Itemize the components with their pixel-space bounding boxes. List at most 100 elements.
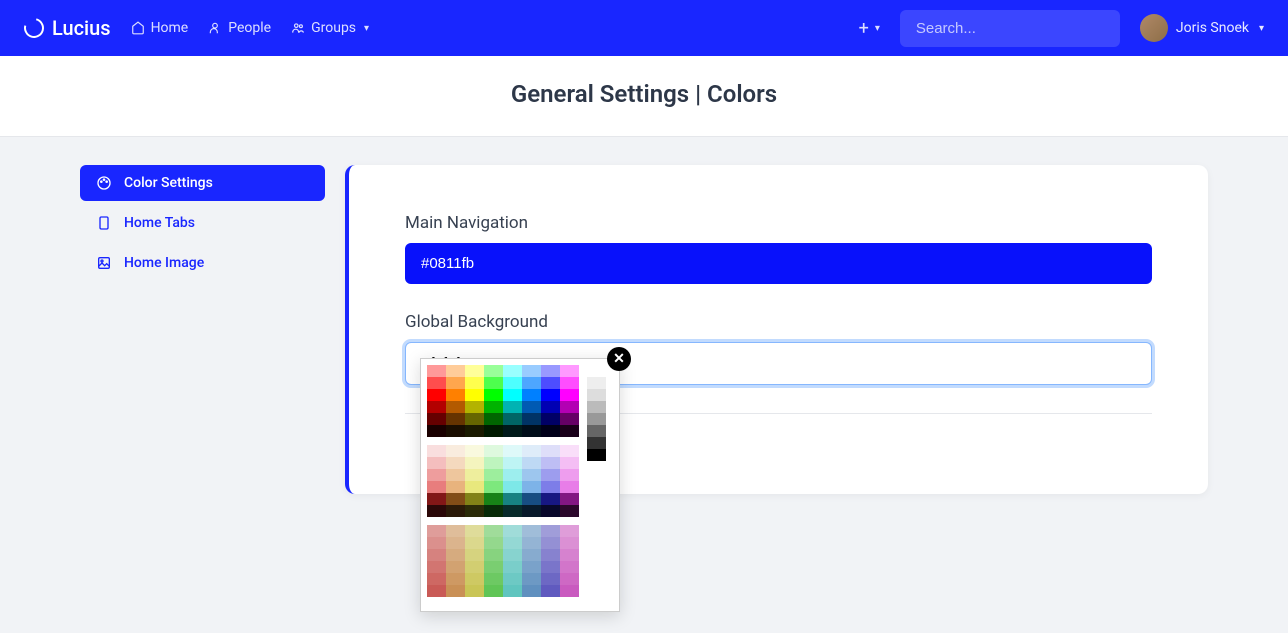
color-swatch[interactable] [522,413,541,425]
color-swatch[interactable] [503,457,522,469]
color-swatch[interactable] [503,549,522,561]
color-swatch[interactable] [446,481,465,493]
color-swatch[interactable] [427,537,446,549]
color-swatch[interactable] [446,561,465,573]
color-swatch[interactable] [427,413,446,425]
color-swatch[interactable] [446,537,465,549]
color-swatch[interactable] [541,493,560,505]
color-swatch[interactable] [560,525,579,537]
color-swatch[interactable] [465,585,484,597]
color-swatch[interactable] [522,365,541,377]
color-swatch[interactable] [446,445,465,457]
sidebar-item-color-settings[interactable]: Color Settings [80,165,325,201]
color-swatch[interactable] [560,445,579,457]
color-swatch[interactable] [484,561,503,573]
color-swatch[interactable] [541,469,560,481]
color-swatch[interactable] [541,365,560,377]
sidebar-item-home-image[interactable]: Home Image [80,245,325,281]
color-swatch[interactable] [465,365,484,377]
color-swatch[interactable] [427,549,446,561]
nav-groups[interactable]: Groups ▾ [291,20,369,36]
color-swatch[interactable] [503,389,522,401]
color-swatch[interactable] [522,457,541,469]
color-swatch[interactable] [560,457,579,469]
color-swatch[interactable] [560,413,579,425]
color-swatch[interactable] [484,401,503,413]
color-swatch[interactable] [484,585,503,597]
color-swatch[interactable] [427,525,446,537]
brand[interactable]: Lucius [24,16,111,40]
color-swatch[interactable] [541,537,560,549]
close-icon[interactable]: ✕ [607,347,631,371]
color-swatch[interactable] [541,481,560,493]
color-swatch[interactable] [427,469,446,481]
nav-people[interactable]: People [208,20,271,36]
color-swatch[interactable] [522,401,541,413]
color-swatch[interactable] [503,573,522,585]
color-swatch[interactable] [465,505,484,517]
color-swatch[interactable] [465,481,484,493]
color-swatch[interactable] [446,549,465,561]
color-swatch[interactable] [560,389,579,401]
color-swatch[interactable] [503,525,522,537]
color-swatch[interactable] [541,389,560,401]
color-swatch[interactable] [560,561,579,573]
color-swatch[interactable] [541,525,560,537]
color-swatch[interactable] [484,365,503,377]
color-swatch[interactable] [446,413,465,425]
gray-swatch[interactable] [587,377,606,389]
color-swatch[interactable] [522,561,541,573]
color-swatch[interactable] [503,377,522,389]
color-swatch[interactable] [446,573,465,585]
color-swatch[interactable] [446,505,465,517]
color-swatch[interactable] [484,537,503,549]
color-swatch[interactable] [522,505,541,517]
color-swatch[interactable] [541,585,560,597]
color-swatch[interactable] [427,365,446,377]
color-swatch[interactable] [465,469,484,481]
color-swatch[interactable] [503,445,522,457]
color-swatch[interactable] [427,401,446,413]
main-nav-color-input[interactable] [405,243,1152,284]
color-swatch[interactable] [541,377,560,389]
color-swatch[interactable] [484,505,503,517]
color-swatch[interactable] [446,389,465,401]
color-swatch[interactable] [541,561,560,573]
color-swatch[interactable] [541,401,560,413]
color-swatch[interactable] [522,585,541,597]
color-swatch[interactable] [465,525,484,537]
color-swatch[interactable] [503,365,522,377]
color-swatch[interactable] [560,401,579,413]
gray-swatch[interactable] [587,437,606,449]
color-swatch[interactable] [465,549,484,561]
color-swatch[interactable] [560,573,579,585]
color-swatch[interactable] [522,425,541,437]
color-swatch[interactable] [465,389,484,401]
color-swatch[interactable] [541,573,560,585]
nav-home[interactable]: Home [131,20,189,36]
color-swatch[interactable] [503,561,522,573]
color-swatch[interactable] [446,457,465,469]
color-swatch[interactable] [446,585,465,597]
color-swatch[interactable] [541,413,560,425]
color-swatch[interactable] [446,377,465,389]
color-swatch[interactable] [503,401,522,413]
gray-swatch[interactable] [587,413,606,425]
color-swatch[interactable] [541,457,560,469]
color-swatch[interactable] [427,389,446,401]
color-swatch[interactable] [427,457,446,469]
color-swatch[interactable] [465,457,484,469]
color-swatch[interactable] [503,537,522,549]
color-swatch[interactable] [503,469,522,481]
add-button[interactable]: + ▾ [859,18,880,39]
color-swatch[interactable] [522,481,541,493]
color-swatch[interactable] [560,493,579,505]
color-swatch[interactable] [522,377,541,389]
color-swatch[interactable] [503,585,522,597]
color-swatch[interactable] [560,537,579,549]
color-swatch[interactable] [427,573,446,585]
color-swatch[interactable] [427,377,446,389]
color-swatch[interactable] [560,481,579,493]
gray-swatch[interactable] [587,401,606,413]
color-swatch[interactable] [560,585,579,597]
